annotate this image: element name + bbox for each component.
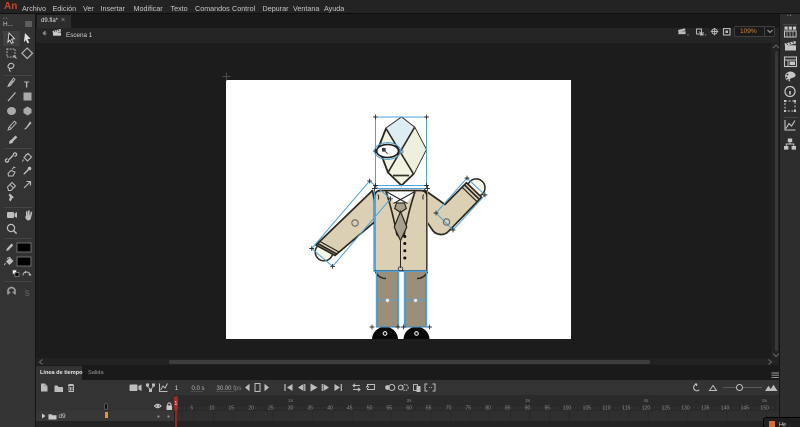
- svg-text:1: 1: [175, 386, 179, 392]
- svg-text:5s: 5s: [762, 398, 768, 403]
- svg-text:1s: 1s: [288, 398, 294, 403]
- svg-text:4s: 4s: [643, 398, 649, 403]
- svg-text:3s: 3s: [525, 398, 531, 403]
- svg-text:S: S: [25, 289, 31, 298]
- svg-text:2s: 2s: [406, 398, 412, 403]
- svg-text:T: T: [24, 80, 30, 90]
